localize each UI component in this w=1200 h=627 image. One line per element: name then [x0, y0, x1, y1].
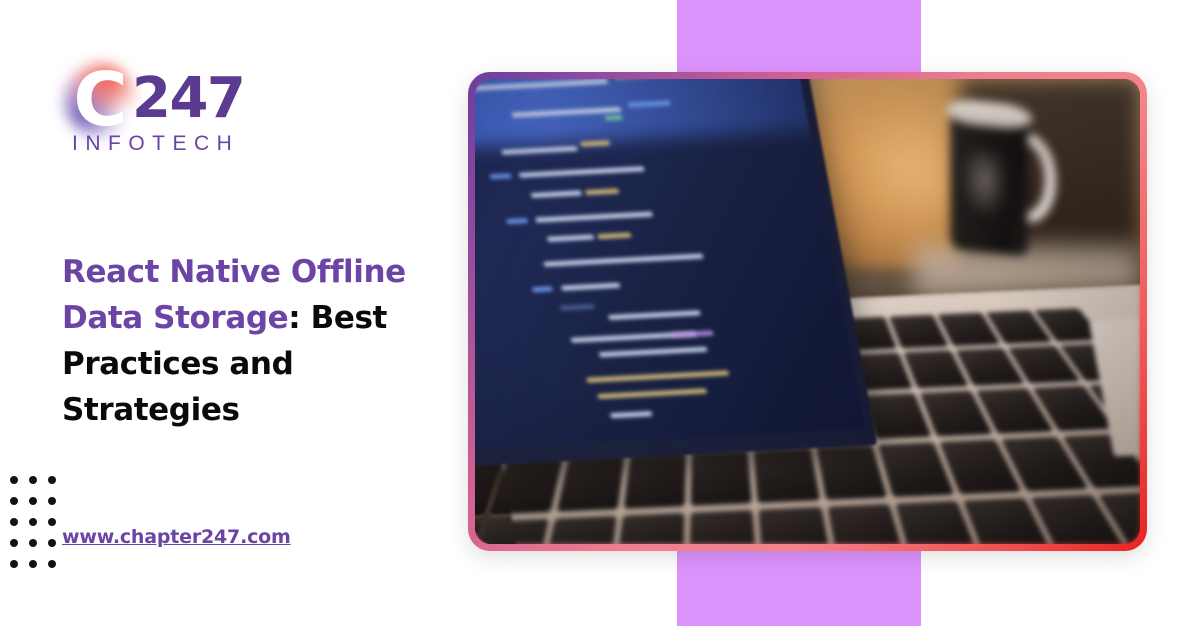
logo-c-letter: C	[73, 57, 127, 143]
chapter247-logo[interactable]: C 247 INFOTECH	[62, 60, 262, 155]
dot	[48, 497, 56, 505]
key	[556, 455, 626, 512]
screen-code-lines	[475, 79, 865, 451]
key	[615, 512, 686, 544]
logo-number-247: 247	[132, 66, 246, 131]
page-title: React Native Offline Data Storage: Best …	[62, 249, 454, 433]
dot	[48, 518, 56, 526]
key	[489, 458, 564, 515]
dot	[10, 497, 18, 505]
key	[753, 447, 820, 503]
hero-photo-card	[468, 72, 1147, 551]
key	[540, 515, 618, 544]
laptop-screen	[475, 79, 866, 451]
logo-c-mark: C	[62, 60, 138, 140]
key	[758, 506, 833, 544]
key	[691, 449, 753, 506]
dot	[29, 518, 37, 526]
dot	[10, 560, 18, 568]
hero-photo	[475, 79, 1140, 544]
key	[689, 509, 759, 544]
dot	[48, 560, 56, 568]
dot	[29, 476, 37, 484]
laptop	[475, 79, 1140, 544]
dot	[10, 476, 18, 484]
dot	[48, 539, 56, 547]
key	[826, 503, 908, 544]
dot	[29, 560, 37, 568]
dot	[48, 476, 56, 484]
social-card-canvas: C 247 INFOTECH React Native Offline Data…	[0, 0, 1200, 627]
dot	[10, 518, 18, 526]
dot-grid-decoration	[10, 476, 67, 581]
laptop-lid	[475, 79, 878, 469]
key	[815, 444, 888, 500]
dot	[29, 539, 37, 547]
key	[624, 452, 688, 509]
dot	[10, 539, 18, 547]
key	[475, 517, 550, 544]
website-url-link[interactable]: www.chapter247.com	[62, 525, 291, 549]
dot	[29, 497, 37, 505]
logo-subtitle-infotech: INFOTECH	[72, 132, 240, 155]
